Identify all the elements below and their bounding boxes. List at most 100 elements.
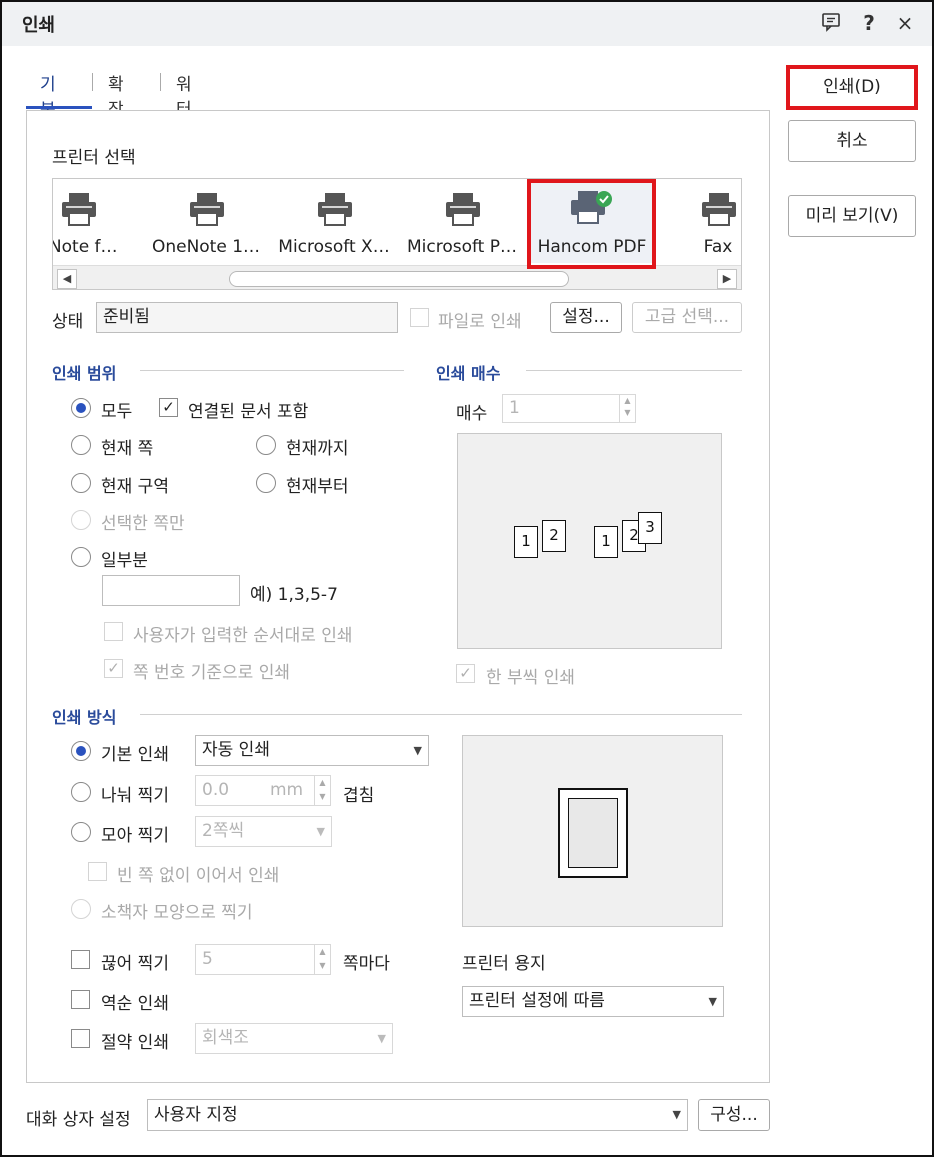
scroll-thumb[interactable] bbox=[229, 271, 569, 287]
break-print-label: 끊어 찍기 bbox=[101, 954, 169, 974]
economy-print-label: 절약 인쇄 bbox=[101, 1033, 169, 1053]
printer-settings-button[interactable]: 설정... bbox=[550, 302, 622, 333]
configure-button[interactable]: 구성... bbox=[698, 1099, 770, 1131]
basic-print-radio[interactable] bbox=[71, 741, 91, 761]
range-current-page-radio[interactable] bbox=[71, 435, 91, 455]
break-print-checkbox[interactable] bbox=[71, 950, 90, 969]
highlight-box bbox=[786, 65, 918, 110]
user-order-checkbox[interactable] bbox=[104, 622, 123, 641]
comment-icon[interactable] bbox=[818, 10, 844, 36]
split-spinner-icon[interactable]: ▲ ▼ bbox=[314, 776, 330, 805]
title-bar: 인쇄 ? × bbox=[2, 2, 932, 46]
copies-value: 1 bbox=[509, 398, 520, 418]
split-print-radio[interactable] bbox=[71, 782, 91, 802]
status-label: 상태 bbox=[52, 312, 84, 332]
print-to-file-checkbox[interactable] bbox=[410, 308, 429, 327]
range-selected-radio[interactable] bbox=[71, 510, 91, 530]
dialog-settings-select[interactable]: 사용자 지정 ▼ bbox=[147, 1099, 688, 1131]
printer-name: Microsoft X… bbox=[278, 237, 390, 257]
no-blank-label: 빈 쪽 없이 이어서 인쇄 bbox=[117, 866, 280, 886]
range-current-section-label: 현재 구역 bbox=[101, 477, 169, 497]
copies-label: 매수 bbox=[456, 404, 488, 424]
preview-button[interactable]: 미리 보기(V) bbox=[788, 195, 916, 237]
print-dialog: 인쇄 ? × 기본 확장 워터마크 인쇄(D) 취소 미리 보기(V) 프린터 … bbox=[0, 0, 934, 1157]
printer-icon bbox=[446, 193, 480, 226]
break-suffix-label: 쪽마다 bbox=[343, 954, 390, 974]
cancel-button[interactable]: 취소 bbox=[788, 120, 916, 162]
reverse-print-checkbox[interactable] bbox=[71, 990, 90, 1009]
printer-select-label: 프린터 선택 bbox=[52, 148, 136, 168]
booklet-radio[interactable] bbox=[71, 899, 91, 919]
break-spinner-icon[interactable]: ▲ ▼ bbox=[314, 945, 330, 974]
basic-print-select[interactable]: 자동 인쇄 ▼ bbox=[195, 735, 429, 766]
preview-sheet: 1 bbox=[594, 526, 618, 558]
range-from-current-label: 현재부터 bbox=[286, 477, 349, 497]
economy-print-checkbox[interactable] bbox=[71, 1029, 90, 1048]
range-partial-radio[interactable] bbox=[71, 547, 91, 567]
copies-preview: 1 2 3 1 2 3 bbox=[457, 433, 722, 649]
printer-item[interactable]: Fax bbox=[655, 185, 741, 261]
chevron-down-icon: ▼ bbox=[413, 744, 422, 757]
window-title: 인쇄 bbox=[22, 15, 56, 36]
break-pages-value: 5 bbox=[202, 949, 213, 969]
page-number-basis-label: 쪽 번호 기준으로 인쇄 bbox=[133, 663, 290, 683]
include-linked-checkbox[interactable]: ✓ bbox=[159, 398, 178, 417]
copies-title: 인쇄 매수 bbox=[436, 364, 501, 383]
break-pages-input[interactable]: 5 ▲ ▼ bbox=[195, 944, 331, 975]
nup-print-label: 모아 찍기 bbox=[101, 826, 169, 846]
scroll-left-icon[interactable]: ◀ bbox=[57, 269, 77, 289]
split-print-label: 나눠 찍기 bbox=[101, 786, 169, 806]
chevron-down-icon: ▼ bbox=[672, 1108, 681, 1121]
range-current-section-radio[interactable] bbox=[71, 473, 91, 493]
printer-name: Microsoft P… bbox=[406, 237, 518, 257]
printer-paper-select[interactable]: 프린터 설정에 따름 ▼ bbox=[462, 986, 724, 1017]
nup-print-radio[interactable] bbox=[71, 822, 91, 842]
user-order-label: 사용자가 입력한 순서대로 인쇄 bbox=[133, 626, 353, 646]
printer-name: eNote f… bbox=[53, 237, 118, 257]
print-to-file-label: 파일로 인쇄 bbox=[438, 312, 522, 332]
range-all-label: 모두 bbox=[101, 402, 133, 422]
copies-input[interactable]: 1 ▲ ▼ bbox=[502, 394, 636, 423]
range-selected-label: 선택한 쪽만 bbox=[101, 514, 185, 534]
page-number-basis-checkbox[interactable]: ✓ bbox=[104, 659, 123, 678]
advanced-select-button[interactable]: 고급 선택... bbox=[632, 302, 742, 333]
range-from-current-radio[interactable] bbox=[256, 473, 276, 493]
active-tab-indicator bbox=[26, 106, 92, 109]
printer-paper-value: 프린터 설정에 따름 bbox=[469, 991, 605, 1011]
reverse-print-label: 역순 인쇄 bbox=[101, 994, 169, 1014]
print-range-title: 인쇄 범위 bbox=[52, 364, 117, 383]
nup-value: 2쪽씩 bbox=[202, 821, 245, 841]
range-current-page-label: 현재 쪽 bbox=[101, 439, 154, 459]
printer-icon bbox=[62, 193, 96, 226]
printer-item[interactable]: eNote f… bbox=[53, 185, 141, 261]
chevron-down-icon: ▼ bbox=[377, 1032, 386, 1045]
help-icon[interactable]: ? bbox=[856, 10, 882, 36]
chevron-down-icon: ▼ bbox=[316, 825, 325, 838]
split-size-value: 0.0 bbox=[202, 780, 230, 800]
split-size-input[interactable]: 0.0 mm ▲ ▼ bbox=[195, 775, 331, 806]
divider bbox=[140, 370, 404, 371]
print-method-title: 인쇄 방식 bbox=[52, 708, 117, 727]
nup-select[interactable]: 2쪽씩 ▼ bbox=[195, 816, 332, 847]
no-blank-checkbox[interactable] bbox=[88, 862, 107, 881]
preview-page-content bbox=[568, 798, 618, 868]
scroll-right-icon[interactable]: ▶ bbox=[717, 269, 737, 289]
partial-range-input[interactable] bbox=[102, 575, 240, 606]
collate-checkbox[interactable]: ✓ bbox=[456, 664, 475, 683]
close-icon[interactable]: × bbox=[892, 10, 918, 36]
printer-item[interactable]: Microsoft X… bbox=[271, 185, 397, 261]
range-up-to-current-radio[interactable] bbox=[256, 435, 276, 455]
range-all-radio[interactable] bbox=[71, 398, 91, 418]
printer-icon bbox=[702, 193, 736, 226]
printer-icon bbox=[190, 193, 224, 226]
preview-sheet: 3 bbox=[638, 512, 662, 544]
economy-select[interactable]: 회색조 ▼ bbox=[195, 1023, 393, 1054]
printer-item[interactable]: Microsoft P… bbox=[399, 185, 525, 261]
copies-spinner-icon[interactable]: ▲ ▼ bbox=[619, 395, 635, 422]
divider bbox=[526, 370, 742, 371]
overlap-label: 겹침 bbox=[343, 786, 375, 806]
dialog-settings-value: 사용자 지정 bbox=[154, 1105, 238, 1125]
printer-item[interactable]: OneNote 1… bbox=[143, 185, 269, 261]
printer-name: Fax bbox=[703, 237, 733, 257]
printer-icon bbox=[318, 193, 352, 226]
